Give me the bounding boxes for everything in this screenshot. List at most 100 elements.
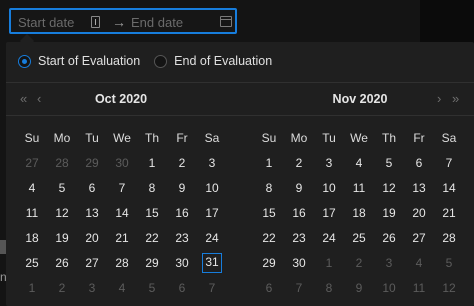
day-cell[interactable]: 1 — [254, 150, 284, 175]
day-cell[interactable]: 7 — [107, 175, 137, 200]
day-cell[interactable]: 11 — [344, 175, 374, 200]
day-cell[interactable]: 4 — [404, 250, 434, 275]
day-cell[interactable]: 14 — [434, 175, 464, 200]
day-cell[interactable]: 30 — [167, 250, 197, 275]
day-cell[interactable]: 29 — [254, 250, 284, 275]
day-cell[interactable]: 5 — [137, 275, 167, 300]
day-cell[interactable]: 6 — [254, 275, 284, 300]
day-cell[interactable]: 6 — [77, 175, 107, 200]
day-cell[interactable]: 7 — [197, 275, 227, 300]
week-row: 11 12 13 14 15 16 17 — [17, 200, 227, 225]
super-next-year-icon[interactable]: » — [452, 91, 459, 106]
day-cell[interactable]: 1 — [314, 250, 344, 275]
day-cell[interactable]: 5 — [374, 150, 404, 175]
day-cell[interactable]: 1 — [17, 275, 47, 300]
day-cell[interactable]: 2 — [344, 250, 374, 275]
day-cell[interactable]: 17 — [314, 200, 344, 225]
day-cell[interactable]: 8 — [314, 275, 344, 300]
day-cell[interactable]: 27 — [404, 225, 434, 250]
day-cell[interactable]: 25 — [344, 225, 374, 250]
day-cell[interactable]: 2 — [47, 275, 77, 300]
day-cell[interactable]: 28 — [434, 225, 464, 250]
day-cell[interactable]: 7 — [434, 150, 464, 175]
day-cell[interactable]: 18 — [344, 200, 374, 225]
day-cell[interactable]: 21 — [107, 225, 137, 250]
day-cell[interactable]: 4 — [17, 175, 47, 200]
end-date-input[interactable]: End date — [131, 15, 183, 30]
day-cell[interactable]: 13 — [404, 175, 434, 200]
radio-label-end[interactable]: End of Evaluation — [174, 54, 272, 68]
day-cell[interactable]: 3 — [77, 275, 107, 300]
calendar-grid-right: Su Mo Tu We Th Fr Sa 1 2 3 4 5 6 7 8 9 10 11 12 13 14 15 16 17… — [254, 126, 464, 300]
radio-end-of-evaluation[interactable] — [154, 54, 168, 68]
day-cell[interactable]: 10 — [314, 175, 344, 200]
day-cell[interactable]: 20 — [404, 200, 434, 225]
day-cell[interactable]: 27 — [17, 150, 47, 175]
day-cell[interactable]: 3 — [314, 150, 344, 175]
month-title-left[interactable]: Oct 2020 — [6, 92, 236, 106]
day-cell[interactable]: 12 — [47, 200, 77, 225]
day-cell[interactable]: 16 — [284, 200, 314, 225]
day-cell[interactable]: 30 — [107, 150, 137, 175]
date-range-input[interactable]: Start date → End date — [9, 8, 237, 34]
day-cell[interactable]: 17 — [197, 200, 227, 225]
day-number: 23 — [175, 230, 189, 245]
day-cell[interactable]: 8 — [254, 175, 284, 200]
day-cell[interactable]: 28 — [47, 150, 77, 175]
day-cell[interactable]: 7 — [284, 275, 314, 300]
day-cell[interactable]: 16 — [167, 200, 197, 225]
day-cell[interactable]: 9 — [284, 175, 314, 200]
day-cell[interactable]: 1 — [137, 150, 167, 175]
day-cell[interactable]: 6 — [167, 275, 197, 300]
day-cell[interactable]: 3 — [197, 150, 227, 175]
day-cell-today[interactable]: 31 — [197, 250, 227, 275]
day-cell[interactable]: 10 — [374, 275, 404, 300]
day-cell[interactable]: 2 — [167, 150, 197, 175]
day-cell[interactable]: 4 — [107, 275, 137, 300]
day-cell[interactable]: 9 — [167, 175, 197, 200]
day-cell[interactable]: 14 — [107, 200, 137, 225]
day-cell[interactable]: 24 — [314, 225, 344, 250]
day-cell[interactable]: 19 — [374, 200, 404, 225]
day-cell[interactable]: 3 — [374, 250, 404, 275]
day-cell[interactable]: 18 — [17, 225, 47, 250]
day-cell[interactable]: 23 — [284, 225, 314, 250]
radio-label-start[interactable]: Start of Evaluation — [38, 54, 140, 68]
start-date-input[interactable]: Start date — [18, 15, 96, 34]
day-cell[interactable]: 15 — [137, 200, 167, 225]
day-cell[interactable]: 15 — [254, 200, 284, 225]
day-cell[interactable]: 22 — [254, 225, 284, 250]
day-cell[interactable]: 26 — [47, 250, 77, 275]
day-cell[interactable]: 29 — [137, 250, 167, 275]
day-cell[interactable]: 5 — [47, 175, 77, 200]
day-cell[interactable]: 6 — [404, 150, 434, 175]
day-cell[interactable]: 28 — [107, 250, 137, 275]
day-cell[interactable]: 21 — [434, 200, 464, 225]
day-cell[interactable]: 11 — [404, 275, 434, 300]
day-number: 5 — [445, 255, 453, 270]
day-cell[interactable]: 8 — [137, 175, 167, 200]
day-cell[interactable]: 10 — [197, 175, 227, 200]
day-cell[interactable]: 12 — [434, 275, 464, 300]
next-month-icon[interactable]: › — [437, 91, 441, 106]
day-cell[interactable]: 26 — [374, 225, 404, 250]
day-cell[interactable]: 25 — [17, 250, 47, 275]
day-cell[interactable]: 30 — [284, 250, 314, 275]
radio-start-of-evaluation[interactable] — [18, 54, 31, 68]
day-cell[interactable]: 11 — [17, 200, 47, 225]
day-cell[interactable]: 24 — [197, 225, 227, 250]
day-number: 19 — [55, 230, 69, 245]
day-cell[interactable]: 5 — [434, 250, 464, 275]
day-cell[interactable]: 27 — [77, 250, 107, 275]
day-cell[interactable]: 9 — [344, 275, 374, 300]
day-cell[interactable]: 12 — [374, 175, 404, 200]
day-cell[interactable]: 19 — [47, 225, 77, 250]
day-cell[interactable]: 20 — [77, 225, 107, 250]
day-cell[interactable]: 13 — [77, 200, 107, 225]
day-cell[interactable]: 22 — [137, 225, 167, 250]
week-row: 1 2 3 4 5 6 7 — [17, 275, 227, 300]
day-cell[interactable]: 23 — [167, 225, 197, 250]
day-cell[interactable]: 29 — [77, 150, 107, 175]
day-cell[interactable]: 4 — [344, 150, 374, 175]
day-cell[interactable]: 2 — [284, 150, 314, 175]
